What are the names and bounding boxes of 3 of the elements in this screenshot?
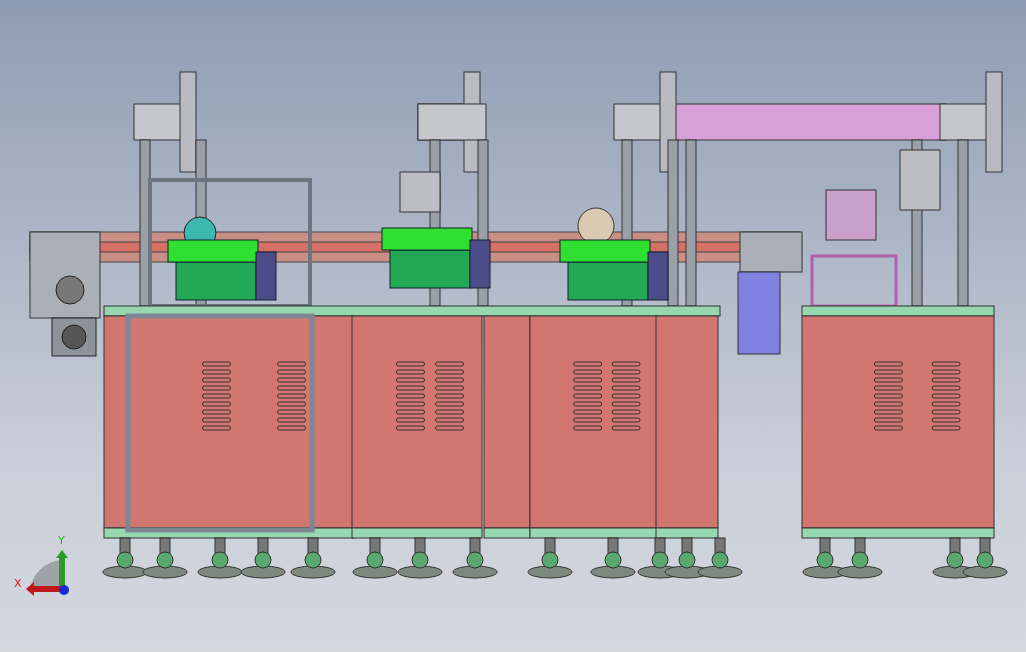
y-axis-label: Y xyxy=(58,534,65,547)
axis-triad-icon xyxy=(26,550,69,596)
x-axis-label: X xyxy=(14,577,22,590)
